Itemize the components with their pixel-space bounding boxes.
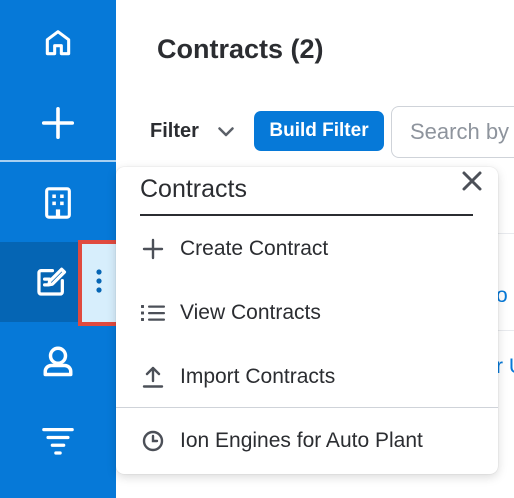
plus-icon [40, 105, 76, 141]
sidebar-actions-button[interactable] [78, 240, 120, 326]
sidebar-item-contacts[interactable] [0, 330, 116, 392]
sidebar-item-create[interactable] [0, 92, 116, 154]
menu-item-label: Create Contract [180, 237, 329, 260]
close-icon [461, 170, 483, 197]
menu-title-underline [140, 214, 473, 216]
edit-contract-icon [34, 265, 68, 299]
plus-icon [138, 234, 168, 264]
table-row-link[interactable]: r U [496, 355, 514, 379]
import-contracts-item[interactable]: Import Contracts [116, 347, 498, 407]
sidebar-item-accounts[interactable] [0, 172, 116, 234]
view-contracts-item[interactable]: View Contracts [116, 283, 498, 343]
sidebar-item-home[interactable] [0, 12, 116, 74]
filter-icon [41, 425, 75, 457]
create-contract-item[interactable]: Create Contract [116, 219, 498, 279]
upload-icon [138, 362, 168, 392]
menu-item-label: Ion Engines for Auto Plant [180, 429, 423, 452]
building-icon [43, 186, 73, 220]
clock-icon [138, 426, 168, 456]
sidebar-nav [0, 0, 120, 498]
menu-item-label: View Contracts [180, 301, 321, 324]
list-icon [138, 298, 168, 328]
sidebar-item-filters[interactable] [0, 410, 116, 472]
close-button[interactable] [458, 169, 486, 197]
menu-title: Contracts [140, 175, 247, 203]
home-icon [42, 27, 74, 59]
contracts-actions-menu: Contracts Create Contract View Contracts… [116, 167, 498, 474]
menu-divider [116, 407, 498, 408]
person-icon [40, 343, 76, 379]
recent-contract-item[interactable]: Ion Engines for Auto Plant [116, 411, 498, 471]
vertical-ellipsis-icon [95, 268, 103, 299]
menu-item-label: Import Contracts [180, 365, 336, 388]
app-page: Contracts (2) Filter Build Filter Search… [0, 0, 514, 498]
sidebar-divider [0, 160, 116, 162]
